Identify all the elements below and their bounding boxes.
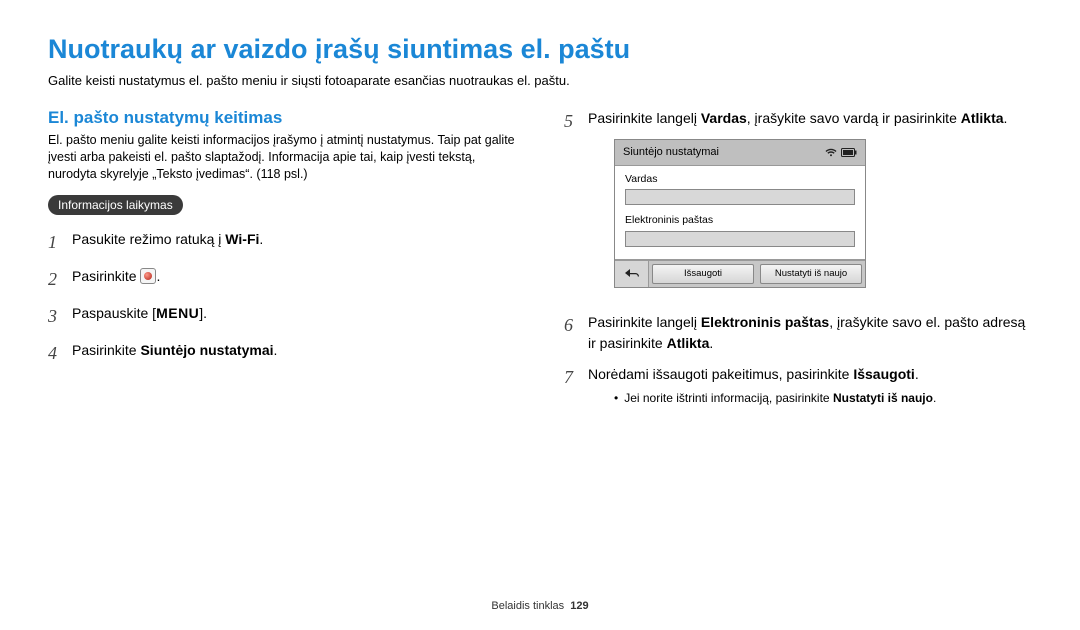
step-text: .: [274, 342, 278, 358]
step-bold: Vardas: [701, 110, 747, 126]
step-number: 6: [564, 312, 588, 339]
step-number: 3: [48, 303, 72, 330]
steps-right: 5 Pasirinkite langelį Vardas, įrašykite …: [564, 108, 1032, 407]
page-number: 129: [570, 600, 588, 612]
bullet-text: .: [933, 391, 936, 405]
step-text: .: [915, 366, 919, 382]
step-number: 4: [48, 340, 72, 367]
device-screenshot: Siuntėjo nustatymai Vardas Elektroninis …: [614, 139, 866, 288]
reset-button[interactable]: Nustatyti iš naujo: [760, 264, 862, 284]
section-subtitle: El. pašto nustatymų keitimas: [48, 108, 516, 128]
device-title: Siuntėjo nustatymai: [623, 144, 719, 161]
step-2: 2 Pasirinkite .: [48, 266, 516, 293]
intro-text: Galite keisti nustatymus el. pašto meniu…: [48, 73, 1032, 88]
field-label-name: Vardas: [625, 172, 855, 188]
bullet-text: Jei norite ištrinti informaciją, pasirin…: [624, 391, 833, 405]
step-text: Norėdami išsaugoti pakeitimus, pasirinki…: [588, 366, 853, 382]
two-columns: El. pašto nustatymų keitimas El. pašto m…: [48, 108, 1032, 417]
step-6: 6 Pasirinkite langelį Elektroninis pašta…: [564, 312, 1032, 354]
battery-icon: [841, 148, 857, 157]
step-text: Pasirinkite: [72, 268, 140, 284]
bullet-marker: •: [614, 389, 618, 407]
target-icon: [140, 268, 156, 284]
section-desc: El. pašto meniu galite keisti informacij…: [48, 132, 516, 183]
step-4: 4 Pasirinkite Siuntėjo nustatymai.: [48, 340, 516, 367]
back-icon: [625, 269, 639, 279]
step-text: .: [156, 268, 160, 284]
bullet-bold: Nustatyti iš naujo: [833, 391, 933, 405]
step-number: 2: [48, 266, 72, 293]
step-text: Pasirinkite: [72, 342, 140, 358]
sub-bullet: • Jei norite ištrinti informaciją, pasir…: [614, 389, 1032, 407]
device-header: Siuntėjo nustatymai: [615, 140, 865, 166]
step-text: , įrašykite savo vardą ir pasirinkite: [747, 110, 961, 126]
step-text: .: [259, 231, 263, 247]
step-text: ].: [199, 305, 207, 321]
info-badge: Informacijos laikymas: [48, 195, 183, 215]
step-text: .: [1004, 110, 1008, 126]
name-input[interactable]: [625, 189, 855, 205]
page-title: Nuotraukų ar vaizdo įrašų siuntimas el. …: [48, 34, 1032, 65]
step-bold: Atlikta: [961, 110, 1004, 126]
menu-label: MENU: [156, 305, 199, 321]
step-1: 1 Pasukite režimo ratuką į Wi-Fi.: [48, 229, 516, 256]
footer-section: Belaidis tinklas: [491, 600, 564, 612]
step-7: 7 Norėdami išsaugoti pakeitimus, pasirin…: [564, 364, 1032, 407]
step-bold: Siuntėjo nustatymai: [140, 342, 273, 358]
field-label-email: Elektroninis paštas: [625, 213, 855, 229]
step-number: 7: [564, 364, 588, 391]
device-footer: Išsaugoti Nustatyti iš naujo: [615, 260, 865, 287]
step-number: 5: [564, 108, 588, 135]
step-text: .: [709, 335, 713, 351]
step-text: Pasirinkite langelį: [588, 314, 701, 330]
left-column: El. pašto nustatymų keitimas El. pašto m…: [48, 108, 516, 417]
page-footer: Belaidis tinklas 129: [0, 600, 1080, 612]
step-number: 1: [48, 229, 72, 256]
step-text: Paspauskite [: [72, 305, 156, 321]
step-3: 3 Paspauskite [MENU].: [48, 303, 516, 330]
steps-left: 1 Pasukite režimo ratuką į Wi-Fi. 2 Pasi…: [48, 229, 516, 367]
right-column: 5 Pasirinkite langelį Vardas, įrašykite …: [564, 108, 1032, 417]
step-text: Pasirinkite langelį: [588, 110, 701, 126]
step-bold: Elektroninis paštas: [701, 314, 829, 330]
step-5: 5 Pasirinkite langelį Vardas, įrašykite …: [564, 108, 1032, 302]
email-input[interactable]: [625, 231, 855, 247]
step-bold: Atlikta: [667, 335, 710, 351]
wifi-icon: [825, 148, 837, 157]
step-bold: Išsaugoti: [853, 366, 914, 382]
save-button[interactable]: Išsaugoti: [652, 264, 754, 284]
device-body: Vardas Elektroninis paštas: [615, 166, 865, 261]
step-text: Pasukite režimo ratuką į: [72, 231, 225, 247]
back-button[interactable]: [615, 261, 649, 287]
wifi-label: Wi-Fi: [225, 231, 259, 247]
